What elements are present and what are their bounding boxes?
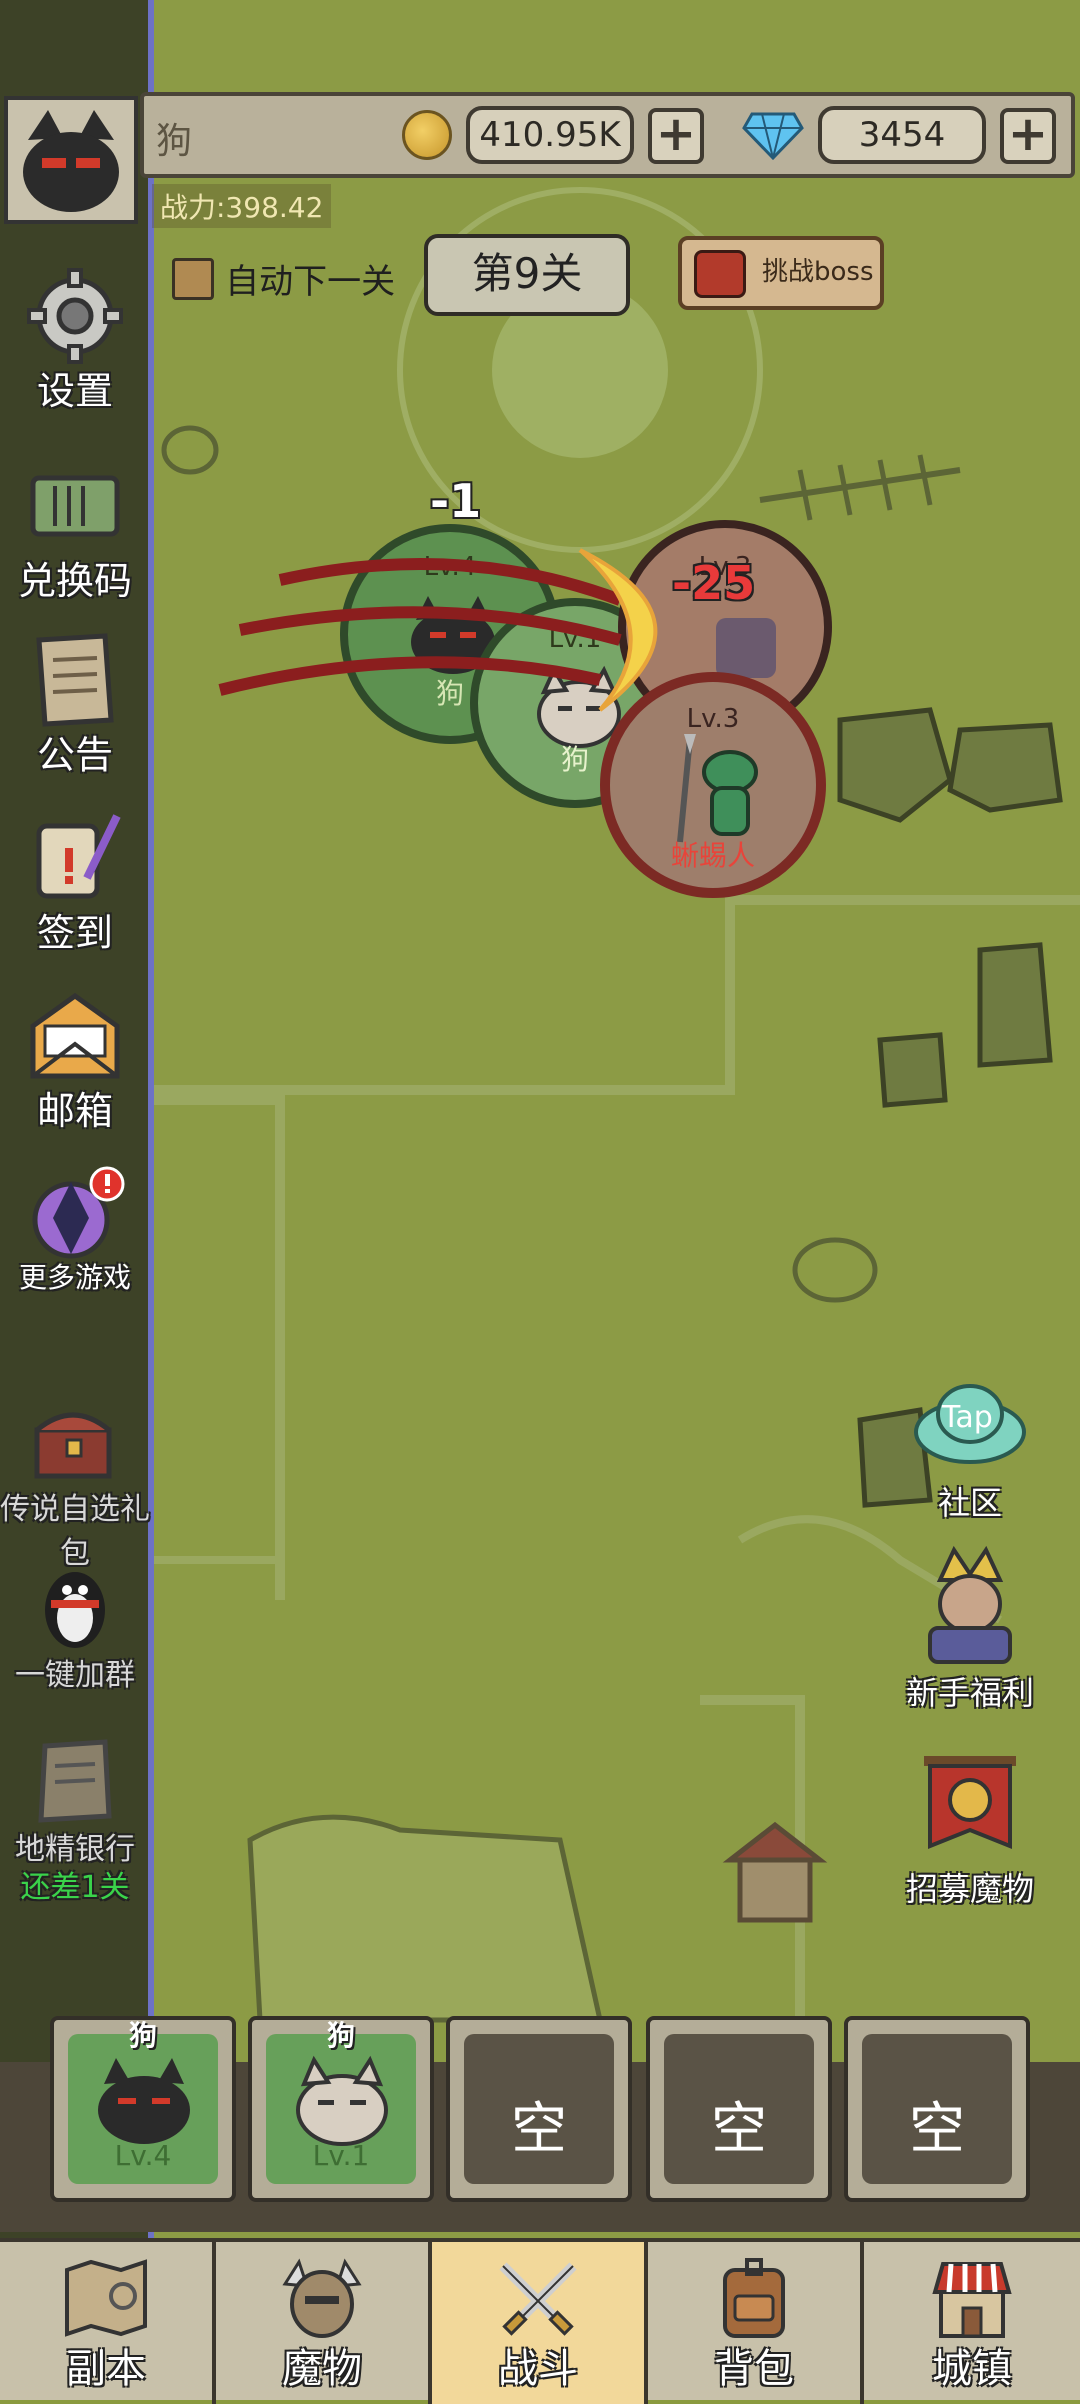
sidebar-item-goblin-bank[interactable]: 地精银行 还差1关: [0, 1730, 150, 1906]
backpack-icon: [723, 2258, 785, 2338]
sidebar-item-redeem[interactable]: 兑换码: [0, 456, 150, 605]
slot-empty: 空: [464, 2034, 614, 2184]
current-level-button[interactable]: 第9关: [424, 234, 630, 316]
sidebar-item-settings[interactable]: 设置: [0, 266, 150, 415]
bottom-nav: 副本 魔物 战斗 背包 城镇: [0, 2238, 1080, 2404]
boss-face-icon: [694, 250, 746, 298]
map-icon: [65, 2259, 147, 2337]
envelope-icon: [30, 992, 120, 1079]
slot-level: Lv.4: [114, 2139, 172, 2172]
recruit-monster-label: 招募魔物: [905, 1870, 1034, 1908]
gold-amount: 410.95K: [466, 106, 634, 164]
sidebar-item-label: 设置: [36, 369, 113, 413]
scroll-quill-icon: [36, 814, 121, 899]
slot-portrait: Lv.1: [266, 2034, 416, 2184]
newbie-benefit-label: 新手福利: [905, 1674, 1034, 1712]
sidebar-item-mailbox[interactable]: 邮箱: [0, 986, 150, 1135]
recruit-monster-button[interactable]: 招募魔物: [890, 1750, 1050, 1910]
tap-logo-text: Tap: [942, 1400, 993, 1435]
bank-icon: [38, 1739, 112, 1823]
unit-name: 蜥蜴人: [670, 839, 755, 872]
tab-label: 背包: [714, 2346, 794, 2392]
player-avatar[interactable]: [4, 96, 138, 224]
slot-empty: 空: [664, 2034, 814, 2184]
slot-empty-label: 空: [511, 2097, 567, 2162]
notice-paper-icon: [36, 633, 114, 727]
challenge-boss-button[interactable]: 挑战boss: [678, 236, 884, 310]
slot-level: Lv.1: [312, 2139, 370, 2172]
challenge-boss-label: 挑战boss: [762, 257, 874, 287]
slot-name: 狗: [326, 2019, 355, 2052]
sidebar-item-label: 邮箱: [36, 1089, 113, 1133]
tab-dungeon[interactable]: 副本: [0, 2242, 216, 2404]
tab-monsters[interactable]: 魔物: [216, 2242, 432, 2404]
sidebar-item-label: 更多游戏: [18, 1261, 131, 1294]
slot-empty: 空: [862, 2034, 1012, 2184]
tab-label: 魔物: [282, 2346, 362, 2392]
knight-icon: [928, 1545, 1012, 1664]
crossed-swords-icon: [499, 2262, 577, 2336]
auto-next-checkbox[interactable]: [172, 257, 214, 300]
resource-bar: 狗 410.95K + 3454 +: [140, 92, 1075, 178]
qq-penguin-icon: [45, 1572, 105, 1648]
banner-helmet-icon: [924, 1756, 1016, 1849]
team-slot-5[interactable]: 空: [844, 2016, 1030, 2202]
tab-backpack[interactable]: 背包: [648, 2242, 864, 2404]
ticket-icon: [30, 475, 120, 537]
sidebar-item-more-games[interactable]: 更多游戏: [0, 1162, 150, 1296]
cat-avatar-icon: [8, 100, 134, 220]
slot-empty-label: 空: [909, 2097, 965, 2162]
sidebar-item-legend-pack[interactable]: 传说自选礼包: [0, 1390, 150, 1572]
tab-label: 副本: [66, 2346, 146, 2392]
auto-next-level-toggle[interactable]: 自动下一关: [172, 254, 395, 303]
team-slot-2[interactable]: Lv.1 狗: [248, 2016, 434, 2202]
add-gems-button[interactable]: +: [1000, 108, 1056, 164]
diamond-icon: [742, 112, 804, 161]
sidebar-item-notice[interactable]: 公告: [0, 630, 150, 779]
team-slot-3[interactable]: 空: [446, 2016, 632, 2202]
slot-portrait: Lv.4: [68, 2034, 218, 2184]
add-gold-button[interactable]: +: [648, 108, 704, 164]
auto-next-label: 自动下一关: [225, 262, 396, 302]
sidebar-item-join-group[interactable]: 一键加群: [0, 1556, 150, 1694]
team-slot-4[interactable]: 空: [646, 2016, 832, 2202]
slot-empty-label: 空: [711, 2097, 767, 2162]
community-button[interactable]: Tap 社区: [890, 1374, 1050, 1524]
sidebar-item-label: 公告: [36, 733, 113, 777]
more-games-icon: [32, 1166, 125, 1259]
team-slot-1[interactable]: Lv.4 狗: [50, 2016, 236, 2202]
slot-name: 狗: [128, 2019, 157, 2052]
sidebar-item-checkin[interactable]: 签到: [0, 808, 150, 957]
shop-icon: [932, 2262, 1012, 2338]
treasure-chest-icon: [34, 1412, 112, 1479]
sidebar-item-label: 一键加群: [15, 1658, 135, 1693]
monster-helmet-icon: [282, 2258, 362, 2338]
sidebar-item-label: 签到: [36, 911, 113, 955]
slash-effect: [218, 548, 658, 712]
sidebar-item-label: 兑换码: [17, 559, 132, 603]
gold-coin-icon: [402, 110, 452, 160]
gem-amount: 3454: [818, 106, 986, 164]
player-name: 狗: [156, 121, 193, 162]
community-label: 社区: [937, 1484, 1002, 1522]
gear-icon: [27, 268, 123, 364]
combat-power: 战力:398.42: [152, 184, 332, 228]
tab-town[interactable]: 城镇: [864, 2242, 1080, 2404]
ally-damage-number: -1: [430, 474, 482, 528]
tab-label: 城镇: [932, 2346, 1012, 2392]
bank-progress-text: 还差1关: [20, 1870, 130, 1905]
newbie-benefit-button[interactable]: 新手福利: [890, 1544, 1050, 1714]
tab-battle[interactable]: 战斗: [432, 2242, 648, 2404]
enemy-damage-number: -25: [672, 556, 756, 610]
tab-label: 战斗: [498, 2346, 578, 2392]
